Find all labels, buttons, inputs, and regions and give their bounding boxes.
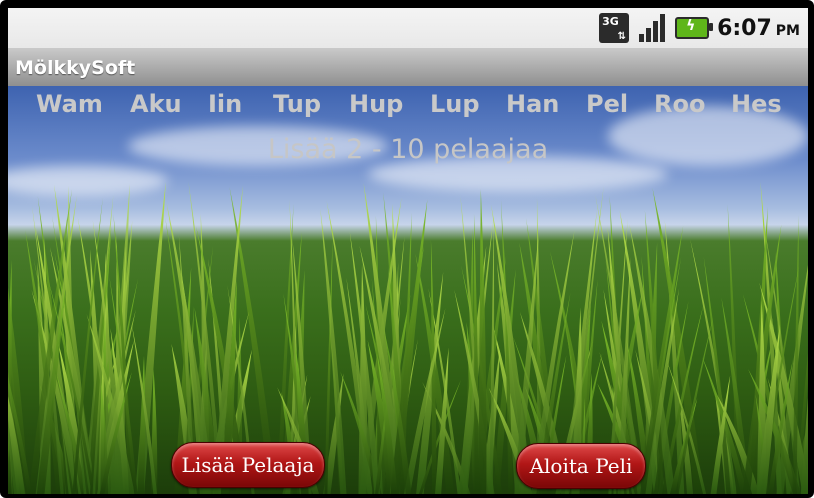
player-count-hint: Lisää 2 - 10 pelaajaa (267, 134, 549, 165)
status-icons: 3G ⇅ ϟ 6:07 PM (599, 12, 800, 44)
grass-blade (137, 356, 146, 494)
player-name[interactable]: Pel (586, 90, 628, 118)
network-3g-icon: 3G ⇅ (599, 13, 630, 43)
clock-ampm: PM (775, 22, 800, 39)
network-label: 3G (602, 15, 619, 28)
battery-charging-icon: ϟ (675, 17, 714, 39)
player-name[interactable]: Wam (36, 90, 103, 118)
grass-blade (478, 188, 487, 494)
charging-bolt-icon: ϟ (686, 18, 696, 34)
data-arrows-icon: ⇅ (617, 31, 627, 42)
player-name[interactable]: Aku (130, 90, 182, 118)
clock: 6:07 PM (717, 16, 800, 41)
device-frame: 3G ⇅ ϟ 6:07 PM MölkkySoft Wam Aku Iin Tu… (0, 0, 814, 498)
signal-strength-icon (637, 13, 667, 43)
add-player-button[interactable]: Lisää Pelaaja (171, 442, 325, 488)
player-name[interactable]: Hup (349, 90, 403, 118)
clock-time: 6:07 (717, 15, 772, 41)
screen: 3G ⇅ ϟ 6:07 PM MölkkySoft Wam Aku Iin Tu… (8, 8, 808, 494)
player-name[interactable]: Han (506, 90, 559, 118)
player-name[interactable]: Hes (731, 90, 782, 118)
title-bar: MölkkySoft (8, 49, 808, 86)
player-name[interactable]: Tup (273, 90, 321, 118)
player-list: Wam Aku Iin Tup Hup Lup Han Pel Roo Hes (8, 90, 808, 126)
grass-blade (489, 223, 495, 494)
app-title: MölkkySoft (15, 57, 136, 79)
player-name[interactable]: Iin (208, 90, 242, 118)
status-bar: 3G ⇅ ϟ 6:07 PM (8, 8, 808, 49)
player-name[interactable]: Lup (430, 90, 480, 118)
player-name[interactable]: Roo (654, 90, 705, 118)
start-game-button[interactable]: Aloita Peli (516, 443, 646, 489)
game-setup-view: Wam Aku Iin Tup Hup Lup Han Pel Roo Hes … (8, 86, 808, 494)
